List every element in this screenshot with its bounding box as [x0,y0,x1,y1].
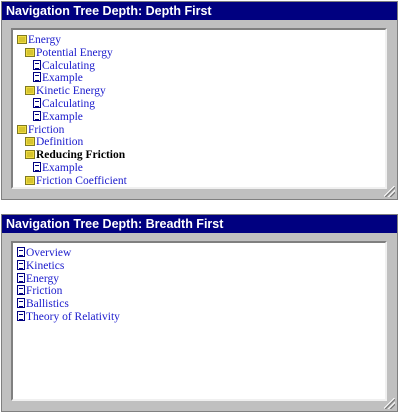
tree-node-label[interactable]: Energy [28,34,61,46]
folder-icon [17,124,27,134]
tree-node-label: Reducing Friction [36,149,126,162]
tree-node-current: Reducing Friction [17,149,385,162]
breadth-first-panel: Navigation Tree Depth: Breadth First Ove… [1,214,398,412]
folder-icon [25,150,35,160]
tree-node-label[interactable]: Example [42,72,83,84]
tree-node-label[interactable]: Overview [26,247,71,259]
tree-node[interactable]: Potential Energy [17,47,385,60]
tree-node[interactable]: Definition [17,136,385,149]
tree-node[interactable]: Ballistics [17,298,385,311]
breadth-first-tree[interactable]: Overview Kinetics Energy Friction Ballistics… [11,241,387,401]
document-icon [17,272,25,283]
breadth-first-title: Navigation Tree Depth: Breadth First [2,215,397,233]
tree-node-label[interactable]: Friction [26,285,62,297]
folder-icon [25,47,35,57]
tree-node[interactable]: Friction Coefficient [17,175,385,187]
tree-node[interactable]: Friction [17,124,385,137]
tree-node[interactable]: Example [17,72,385,85]
tree-node-label[interactable]: Friction Coefficient [36,175,127,187]
document-icon [17,298,25,309]
tree-node-label[interactable]: Example [42,111,83,123]
document-icon [33,59,41,70]
tree-node[interactable]: Example [17,161,385,175]
tree-node-label[interactable]: Kinetic Energy [36,85,106,97]
tree-node[interactable]: Calculating [17,59,385,73]
depth-first-panel: Navigation Tree Depth: Depth First Energ… [1,1,398,200]
tree-node[interactable]: Energy [17,34,385,47]
tree-node-label[interactable]: Calculating [42,60,95,72]
folder-icon [17,35,27,44]
document-icon [17,247,25,257]
document-icon [33,110,41,121]
tree-node[interactable]: Overview [17,247,385,260]
tree-node-label[interactable]: Calculating [42,98,95,110]
tree-node-label[interactable]: Ballistics [26,298,69,310]
tree-node[interactable]: Friction [17,285,385,298]
tree-node-label[interactable]: Energy [26,273,59,285]
document-icon [33,97,41,108]
tree-node-label[interactable]: Definition [36,136,83,148]
tree-node-label[interactable]: Kinetics [26,260,64,272]
folder-icon [25,175,35,185]
tree-node-label[interactable]: Example [42,162,83,174]
tree-node-label[interactable]: Potential Energy [36,47,113,59]
tree-node-label[interactable]: Friction [28,124,64,136]
depth-first-tree[interactable]: Energy Potential Energy Calculating Example… [11,28,387,189]
tree-node-label[interactable]: Theory of Relativity [26,311,120,323]
tree-node[interactable]: Theory of Relativity [17,310,385,324]
document-icon [33,72,41,83]
tree-node[interactable]: Example [17,110,385,124]
resize-grip-icon[interactable] [384,186,395,197]
folder-icon [25,86,35,96]
folder-icon [25,137,35,147]
tree-node[interactable]: Calculating [17,97,385,111]
document-icon [33,161,41,172]
document-icon [17,285,25,296]
resize-grip-icon[interactable] [384,398,395,409]
depth-first-title: Navigation Tree Depth: Depth First [2,2,397,20]
tree-node[interactable]: Kinetics [17,259,385,273]
document-icon [17,259,25,270]
tree-node[interactable]: Kinetic Energy [17,85,385,98]
tree-node[interactable]: Energy [17,272,385,286]
document-icon [17,310,25,321]
